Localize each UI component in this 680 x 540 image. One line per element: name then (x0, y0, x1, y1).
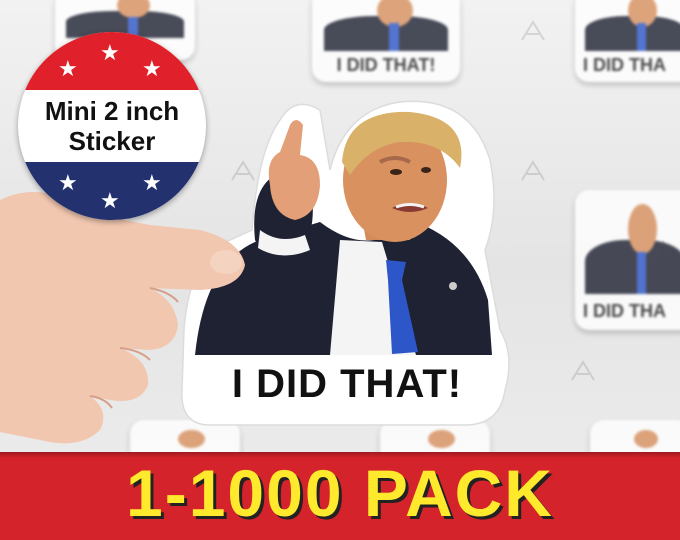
star-icon: ★ (58, 170, 78, 195)
background-sticker: I DID THA (575, 0, 680, 82)
star-icon: ★ (100, 40, 120, 65)
watermark-logo (571, 360, 595, 381)
badge-text: Mini 2 inch Sticker (18, 96, 206, 156)
watermark-logo (521, 20, 545, 41)
star-icon: ★ (142, 170, 162, 195)
size-badge: ★ ★ ★ ★ ★ ★ Mini 2 inch Sticker (18, 32, 206, 220)
pack-banner-text: 1-1000 PACK (126, 456, 554, 530)
badge-line-size: Mini 2 inch (44, 96, 180, 126)
lapel-pin (449, 282, 457, 290)
watermark-logo (651, 240, 675, 261)
background-sticker: I DID THAT! (312, 0, 460, 82)
star-icon: ★ (100, 188, 120, 213)
badge-line-label: Sticker (68, 126, 156, 156)
background-sticker-caption: I DID THAT! (336, 55, 436, 76)
watermark-logo (521, 160, 545, 181)
star-icon: ★ (58, 56, 78, 81)
eye (390, 169, 402, 175)
eye (421, 167, 431, 173)
star-icon: ★ (142, 56, 162, 81)
background-sticker-caption: I DID THA (583, 300, 666, 321)
background-sticker-caption: I DID THA (583, 55, 666, 76)
